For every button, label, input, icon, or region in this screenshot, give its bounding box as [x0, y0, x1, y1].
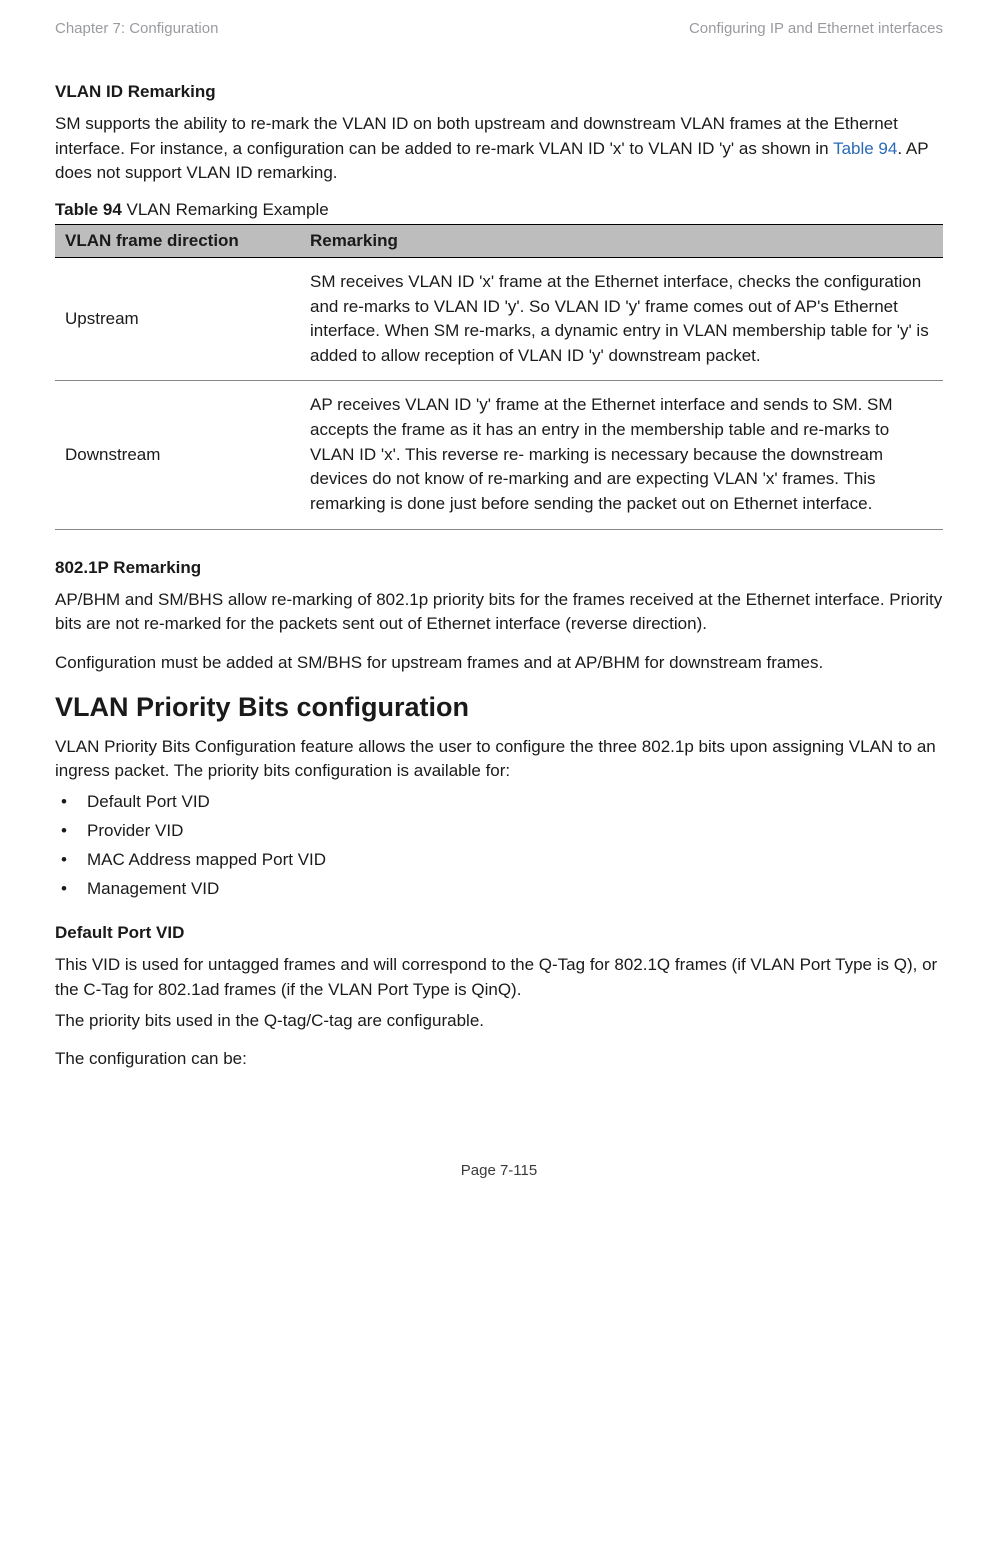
- header-right: Configuring IP and Ethernet interfaces: [689, 20, 943, 37]
- table-caption-number: Table 94: [55, 200, 122, 219]
- heading-vlan-id-remarking: VLAN ID Remarking: [55, 82, 943, 102]
- text-span: SM supports the ability to re-mark the V…: [55, 114, 898, 158]
- table-cell-remarking: SM receives VLAN ID 'x' frame at the Eth…: [300, 257, 943, 381]
- para-8021p-2: Configuration must be added at SM/BHS fo…: [55, 651, 943, 676]
- table-header-cell: Remarking: [300, 224, 943, 257]
- heading-default-port-vid: Default Port VID: [55, 923, 943, 943]
- page-footer: Page 7-115: [55, 1162, 943, 1179]
- priority-bits-list: Default Port VID Provider VID MAC Addres…: [55, 788, 943, 904]
- list-item: Default Port VID: [55, 788, 943, 817]
- page-header: Chapter 7: Configuration Configuring IP …: [55, 20, 943, 37]
- list-item: Provider VID: [55, 817, 943, 846]
- table-caption-text: VLAN Remarking Example: [122, 200, 329, 219]
- vlan-remarking-table: VLAN frame direction Remarking Upstream …: [55, 224, 943, 530]
- para-8021p-1: AP/BHM and SM/BHS allow re-marking of 80…: [55, 588, 943, 637]
- header-left: Chapter 7: Configuration: [55, 20, 218, 37]
- page-content: Chapter 7: Configuration Configuring IP …: [0, 0, 998, 1219]
- para-vlan-priority-bits: VLAN Priority Bits Configuration feature…: [55, 735, 943, 784]
- table-caption: Table 94 VLAN Remarking Example: [55, 200, 943, 220]
- list-item: Management VID: [55, 875, 943, 904]
- list-item: MAC Address mapped Port VID: [55, 846, 943, 875]
- para-default-port-vid-2: The priority bits used in the Q-tag/C-ta…: [55, 1009, 943, 1034]
- para-vlan-id-remarking: SM supports the ability to re-mark the V…: [55, 112, 943, 186]
- para-default-port-vid-1: This VID is used for untagged frames and…: [55, 953, 943, 1002]
- table-cell-direction: Downstream: [55, 381, 300, 529]
- table-cell-remarking: AP receives VLAN ID 'y' frame at the Eth…: [300, 381, 943, 529]
- table-cell-direction: Upstream: [55, 257, 300, 381]
- heading-8021p-remarking: 802.1P Remarking: [55, 558, 943, 578]
- heading-vlan-priority-bits: VLAN Priority Bits configuration: [55, 692, 943, 723]
- para-default-port-vid-3: The configuration can be:: [55, 1047, 943, 1072]
- table-header-row: VLAN frame direction Remarking: [55, 224, 943, 257]
- table-row: Downstream AP receives VLAN ID 'y' frame…: [55, 381, 943, 529]
- table-row: Upstream SM receives VLAN ID 'x' frame a…: [55, 257, 943, 381]
- table-header-cell: VLAN frame direction: [55, 224, 300, 257]
- link-table-94[interactable]: Table 94: [833, 139, 897, 158]
